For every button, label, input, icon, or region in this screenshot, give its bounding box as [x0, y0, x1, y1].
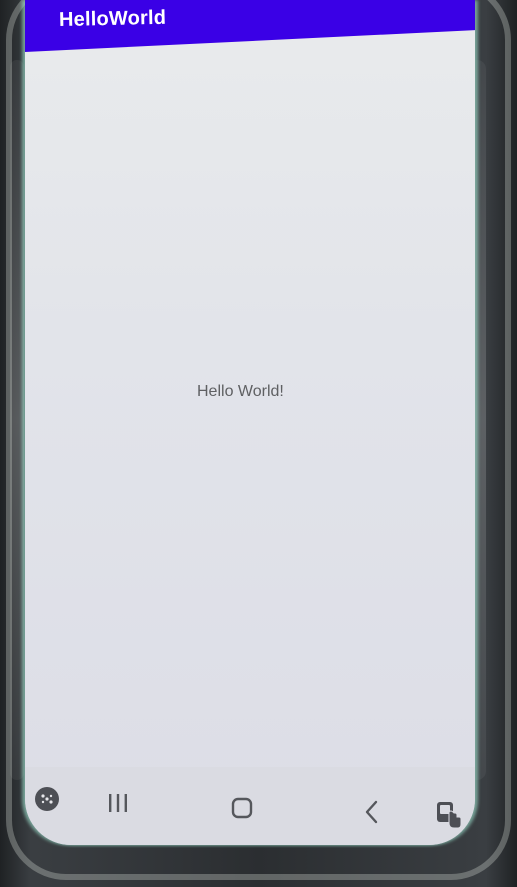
phone-screen: HelloWorld Hello World! — [25, 0, 475, 845]
game-launcher-icon — [35, 787, 59, 811]
recents-button[interactable] — [103, 789, 133, 817]
recents-icon — [109, 794, 127, 812]
home-button[interactable] — [227, 794, 257, 822]
app-title: HelloWorld — [58, 6, 167, 31]
game-launcher-button[interactable] — [34, 786, 60, 812]
back-icon — [365, 800, 378, 824]
back-button[interactable] — [359, 797, 385, 827]
hello-world-text: Hello World! — [197, 383, 284, 400]
app-bar: HelloWorld — [25, 0, 475, 52]
main-content: Hello World! — [25, 52, 475, 767]
accessibility-icon — [437, 802, 462, 829]
accessibility-button[interactable] — [433, 799, 465, 831]
navigation-bar — [25, 767, 475, 845]
home-icon — [231, 797, 253, 819]
